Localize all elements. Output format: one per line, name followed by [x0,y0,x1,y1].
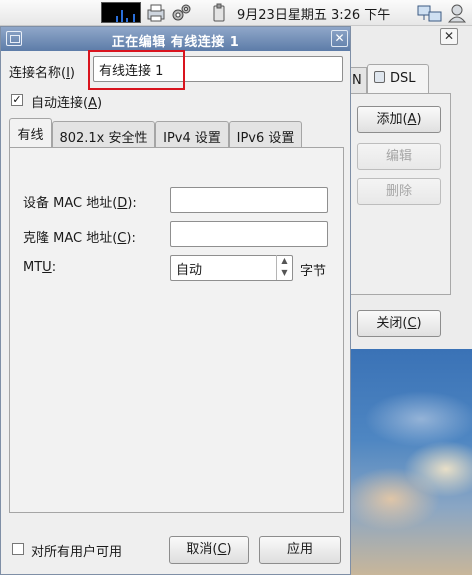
dsl-icon [374,71,385,83]
apply-button[interactable]: 应用 [259,536,341,564]
add-button[interactable]: 添加(A) [357,106,441,133]
chevron-up-icon[interactable]: ▲ [277,255,292,267]
annotation-highlight [88,50,185,90]
printer-icon[interactable] [145,3,167,23]
panel-clock[interactable]: 9月23日星期五 3:26 下午 [237,4,390,23]
user-icon[interactable] [446,3,468,23]
close-icon[interactable]: ✕ [331,30,348,47]
mtu-stepper[interactable]: ▲ ▼ [276,255,292,280]
tab-ipv6-label: IPv6 设置 [236,131,295,146]
system-monitor-graph[interactable] [101,2,141,23]
mtu-spinbox[interactable]: 自动 [170,255,293,281]
tab-partial-label: N [352,73,362,88]
connection-name-label: 连接名称(I) [9,66,75,81]
edit-button[interactable]: 编辑 [357,143,441,170]
tab-partial[interactable]: N [349,67,367,93]
tab-ipv4-settings[interactable]: IPv4 设置 [155,121,229,147]
top-panel: 9月23日星期五 3:26 下午 [0,0,472,26]
tab-dsl[interactable]: DSL [367,64,429,93]
close-button[interactable]: 关闭(C) [357,310,441,337]
auto-connect-checkbox[interactable]: ✓ [11,94,23,106]
clipboard-icon[interactable] [212,3,226,23]
cancel-button[interactable]: 取消(C) [169,536,249,564]
tab-8021x-label: 802.1x 安全性 [59,131,148,146]
device-mac-label: 设备 MAC 地址(D): [23,196,137,211]
all-users-label[interactable]: 对所有用户可用 [31,541,122,560]
auto-connect-label[interactable]: 自动连接(A) [31,92,102,111]
tab-ipv6-settings[interactable]: IPv6 设置 [229,121,302,147]
mtu-label: MTU: [23,260,57,275]
clone-mac-label: 克隆 MAC 地址(C): [23,231,136,246]
clone-mac-input[interactable] [170,221,328,247]
network-icon[interactable] [417,3,443,23]
all-users-checkbox[interactable] [12,543,24,555]
chevron-down-icon[interactable]: ▼ [277,267,292,279]
close-icon[interactable]: ✕ [440,28,458,45]
titlebar[interactable]: 正在编辑 有线连接 1 ✕ [1,27,350,51]
settings-gears-icon[interactable] [170,3,192,23]
dialog-title: 正在编辑 有线连接 1 [111,35,240,50]
delete-button[interactable]: 删除 [357,178,441,205]
desktop-wallpaper [351,349,472,575]
tab-8021x-security[interactable]: 802.1x 安全性 [52,121,155,147]
tab-dsl-label: DSL [390,71,416,86]
device-mac-input[interactable] [170,187,328,213]
tab-ipv4-label: IPv4 设置 [163,131,221,146]
tab-wired[interactable]: 有线 [9,118,52,147]
mtu-unit: 字节 [300,264,327,279]
tab-wired-label: 有线 [17,128,44,143]
